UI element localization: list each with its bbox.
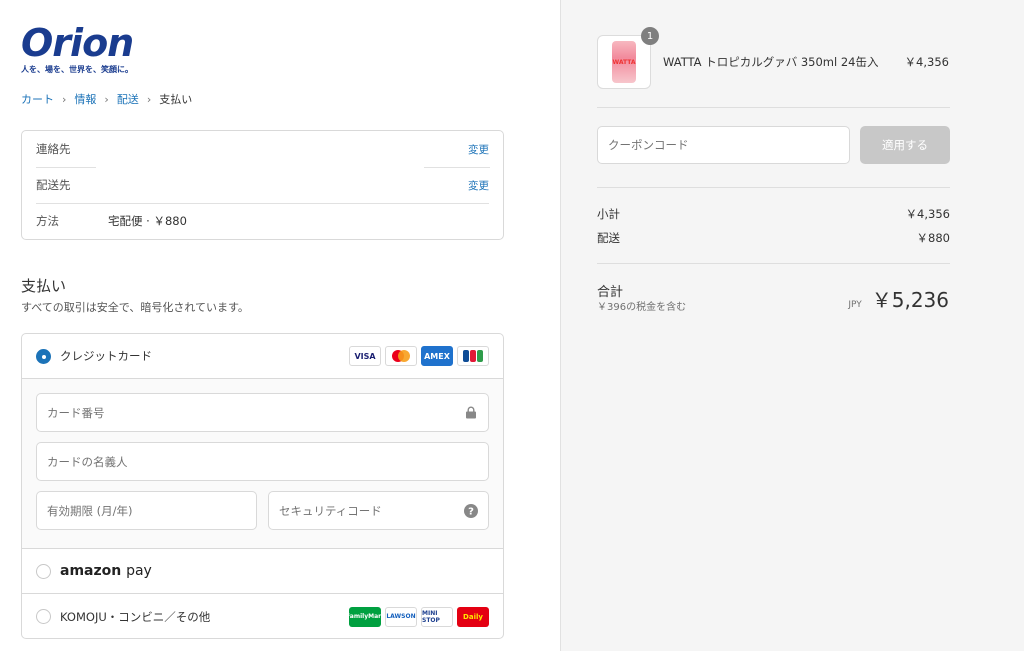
subtotal-label: 小計 bbox=[597, 207, 620, 221]
apply-coupon-button[interactable]: 適用する bbox=[860, 126, 950, 164]
card-number-input[interactable] bbox=[47, 405, 464, 420]
card-brands: VISA AMEX bbox=[349, 346, 489, 366]
order-summary: WATTA 1 WATTA トロピカルグァバ 350ml 24缶入 ￥4,356… bbox=[560, 0, 1024, 651]
subtotal-row: 小計 ￥4,356 bbox=[597, 206, 950, 222]
product-can-image: WATTA bbox=[612, 41, 636, 83]
chevron-right-icon: › bbox=[146, 92, 152, 106]
review-method-row: 方法 宅配便 · ￥880 bbox=[36, 203, 489, 239]
jcb-icon bbox=[457, 346, 489, 366]
svg-text:?: ? bbox=[468, 506, 474, 517]
komoju-option[interactable]: KOMOJU・コンビニ／その他 FamilyMart LAWSON MINI S… bbox=[22, 594, 503, 638]
visa-icon: VISA bbox=[349, 346, 381, 366]
coupon-input[interactable] bbox=[608, 138, 839, 152]
amazon-pay-logo: amazon pay bbox=[60, 563, 152, 579]
total-value: ￥5,236 bbox=[871, 288, 949, 312]
shipping-row: 配送 ￥880 bbox=[597, 230, 950, 246]
card-number-field[interactable] bbox=[36, 393, 489, 432]
product-name: WATTA トロピカルグァバ 350ml 24缶入 bbox=[663, 55, 879, 69]
amazon-pay-radio[interactable] bbox=[36, 563, 51, 579]
method-label: 方法 bbox=[36, 214, 59, 228]
method-value: 宅配便 · ￥880 bbox=[108, 214, 187, 228]
card-name-field[interactable] bbox=[36, 442, 489, 481]
brand-logo[interactable]: Orion 人を、場を、世界を、笑顔に。 bbox=[21, 21, 134, 75]
credit-card-radio[interactable] bbox=[36, 348, 51, 364]
breadcrumb-shipping[interactable]: 配送 bbox=[117, 91, 139, 107]
credit-card-label: クレジットカード bbox=[60, 349, 152, 363]
logo-wordmark: Orion bbox=[21, 21, 134, 65]
breadcrumb: カート › 情報 › 配送 › 支払い bbox=[21, 91, 192, 107]
product-thumbnail: WATTA bbox=[597, 35, 651, 89]
amazon-pay-word: pay bbox=[126, 563, 152, 579]
divider bbox=[597, 263, 950, 264]
total-amount: JPY ￥5,236 bbox=[848, 284, 949, 313]
ship-to-label: 配送先 bbox=[36, 178, 71, 192]
komoju-radio[interactable] bbox=[36, 609, 51, 624]
shipping-value: ￥880 bbox=[916, 231, 950, 245]
currency-code: JPY bbox=[848, 300, 862, 310]
komoju-label: KOMOJU・コンビニ／その他 bbox=[60, 609, 211, 624]
divider bbox=[597, 107, 950, 108]
shipping-label: 配送 bbox=[597, 231, 620, 245]
review-shipto-row: 配送先 変更 bbox=[36, 167, 489, 203]
security-code-field[interactable]: ? bbox=[268, 491, 489, 530]
security-code-input[interactable] bbox=[279, 503, 464, 518]
amazon-pay-option[interactable]: amazon pay bbox=[22, 549, 503, 594]
help-icon[interactable]: ? bbox=[464, 503, 478, 518]
payment-methods: クレジットカード VISA AMEX カード番号 カードの名義人 有効期限 (月… bbox=[21, 333, 504, 639]
credit-card-option[interactable]: クレジットカード VISA AMEX bbox=[22, 334, 503, 379]
logo-tagline: 人を、場を、世界を、笑顔に。 bbox=[21, 65, 133, 74]
expiry-input[interactable] bbox=[47, 503, 246, 518]
quantity-badge: 1 bbox=[641, 27, 659, 45]
lock-icon bbox=[464, 406, 478, 420]
konbini-brands: FamilyMart LAWSON MINI STOP Daily bbox=[346, 606, 489, 627]
product-price: ￥4,356 bbox=[904, 55, 949, 69]
breadcrumb-payment: 支払い bbox=[159, 93, 193, 106]
subtotal-value: ￥4,356 bbox=[905, 207, 950, 221]
daily-icon: Daily bbox=[457, 606, 489, 627]
breadcrumb-cart[interactable]: カート bbox=[21, 91, 54, 107]
ministop-icon: MINI STOP bbox=[421, 606, 453, 627]
lawson-icon: LAWSON bbox=[385, 606, 417, 627]
tax-note: ￥396の税金を含む bbox=[597, 302, 687, 313]
payment-title: 支払い bbox=[21, 277, 67, 295]
review-contact-row: 連絡先 変更 bbox=[36, 131, 489, 167]
divider bbox=[597, 187, 950, 188]
card-form: ? bbox=[22, 379, 503, 549]
amazon-wordmark: amazon bbox=[60, 563, 122, 579]
breadcrumb-information[interactable]: 情報 bbox=[74, 91, 96, 107]
checkout-main: Orion 人を、場を、世界を、笑顔に。 カート › 情報 › 配送 › 支払い… bbox=[0, 0, 560, 651]
contact-change-link[interactable]: 変更 bbox=[468, 142, 489, 157]
card-name-input[interactable] bbox=[47, 454, 478, 469]
mastercard-icon bbox=[385, 346, 417, 366]
chevron-right-icon: › bbox=[104, 92, 109, 106]
chevron-right-icon: › bbox=[62, 92, 67, 106]
familymart-icon: FamilyMart bbox=[346, 606, 384, 627]
expiry-field[interactable] bbox=[36, 491, 257, 530]
coupon-field[interactable] bbox=[597, 126, 850, 164]
payment-subtitle: すべての取引は安全で、暗号化されています。 bbox=[21, 301, 249, 314]
review-summary: 連絡先 変更 配送先 変更 方法 宅配便 · ￥880 bbox=[21, 130, 504, 240]
ship-to-change-link[interactable]: 変更 bbox=[468, 178, 489, 193]
contact-label: 連絡先 bbox=[36, 142, 71, 156]
amex-icon: AMEX bbox=[421, 346, 453, 366]
